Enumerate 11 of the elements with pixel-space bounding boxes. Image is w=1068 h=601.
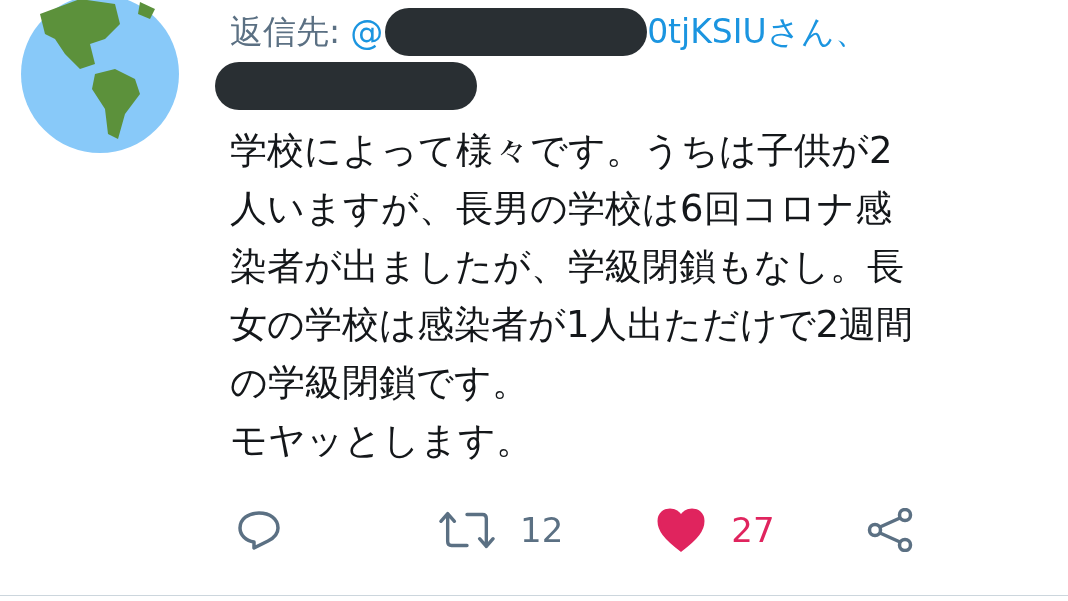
globe-icon (20, 0, 180, 154)
reply-icon[interactable] (237, 510, 281, 550)
like-count: 27 (731, 510, 775, 550)
mention-link[interactable]: 0tjKSIUさん、 (647, 9, 868, 55)
mention-link[interactable]: @ (350, 12, 384, 52)
share-icon[interactable] (866, 508, 913, 552)
reply-to-label: 返信先: (230, 10, 341, 53)
tweet-text: 学校によって様々です。うちは子供が2 人いますが、長男の学校は6回コロナ感 染者が出ましたが、学級閉鎖もなし。長 女の学校は感染者が1人出ただけで2週間 の学級閉鎖です。 モヤッとします。 (230, 128, 915, 464)
retweet-count: 12 (520, 510, 564, 550)
heart-icon[interactable] (657, 508, 706, 552)
retweet-icon[interactable] (438, 510, 496, 550)
